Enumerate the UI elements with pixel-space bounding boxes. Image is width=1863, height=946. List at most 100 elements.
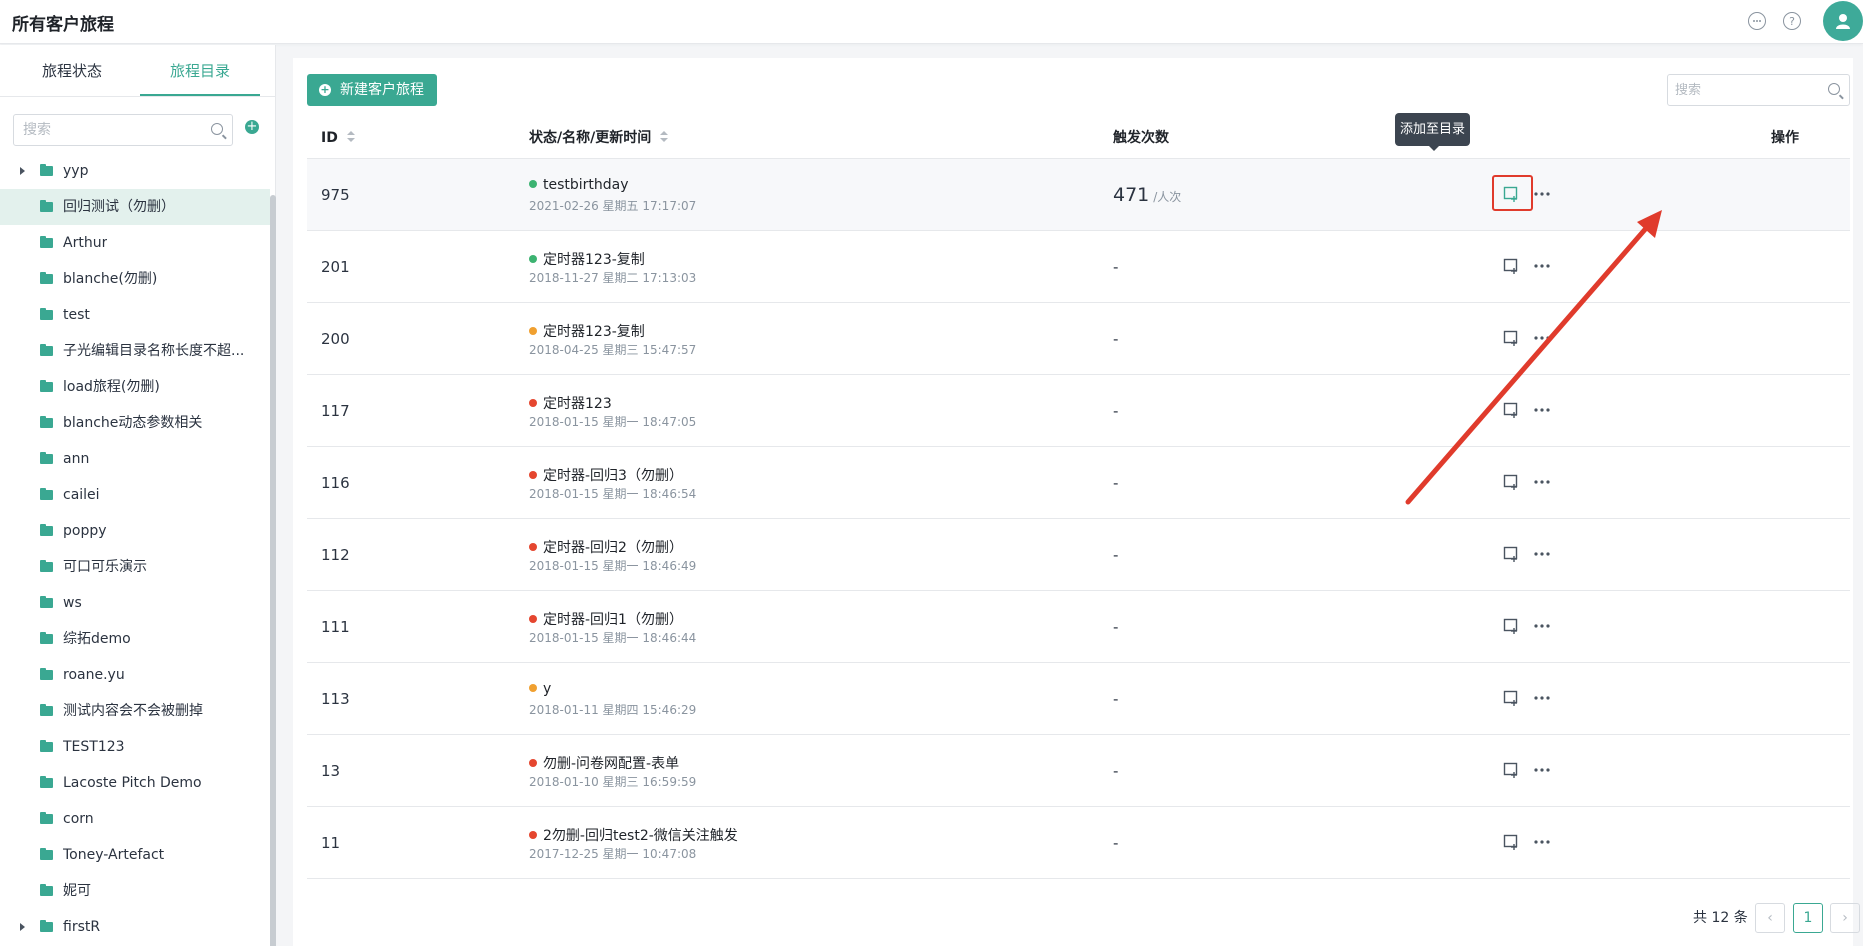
tree-item[interactable]: yyp — [0, 153, 270, 189]
tree-item[interactable]: 回归测试（勿删） — [0, 189, 270, 225]
caret-right-icon[interactable] — [20, 167, 25, 175]
prev-page-button[interactable]: ‹ — [1755, 903, 1785, 933]
more-options-icon[interactable] — [1532, 690, 1552, 706]
tree-item[interactable]: poppy — [0, 513, 270, 549]
tree-item[interactable]: corn — [0, 801, 270, 837]
add-to-directory-icon[interactable] — [1503, 546, 1519, 562]
tree-item[interactable]: Lacoste Pitch Demo — [0, 765, 270, 801]
tree-item[interactable]: 测试内容会不会被删掉 — [0, 693, 270, 729]
table-row[interactable]: 11 2勿删-回归test2-微信关注触发 2017-12-25 星期一 10:47… — [307, 807, 1850, 879]
trigger-count-cell: - — [1113, 447, 1118, 519]
tree-item-label: firstR — [63, 919, 101, 935]
help-icon[interactable]: ? — [1783, 12, 1801, 30]
more-options-icon[interactable] — [1532, 762, 1552, 778]
trigger-count: - — [1113, 474, 1119, 492]
sort-icon[interactable] — [346, 131, 355, 143]
add-to-directory-icon[interactable] — [1503, 618, 1519, 634]
more-options-icon[interactable] — [1532, 186, 1552, 202]
table-row[interactable]: 13 勿删-问卷网配置-表单 2018-01-10 星期三 16:59:59 - — [307, 735, 1850, 807]
table-row[interactable]: 112 定时器-回归2（勿删） 2018-01-15 星期一 18:46:49 - — [307, 519, 1850, 591]
sort-icon[interactable] — [660, 131, 669, 143]
row-name-cell[interactable]: testbirthday — [529, 177, 629, 193]
sidebar-scrollbar[interactable] — [270, 195, 276, 946]
tree-item[interactable]: 子光编辑目录名称长度不超... — [0, 333, 270, 369]
row-name-cell[interactable]: 2勿删-回归test2-微信关注触发 — [529, 825, 738, 845]
tree-item-label: 综拓demo — [63, 631, 131, 647]
add-to-directory-icon[interactable] — [1503, 330, 1519, 346]
add-to-directory-icon[interactable] — [1503, 474, 1519, 490]
more-options-icon[interactable] — [1532, 546, 1552, 562]
more-options-icon[interactable] — [1532, 330, 1552, 346]
trigger-count-cell: 471/人次 — [1113, 159, 1181, 233]
next-page-button[interactable]: › — [1830, 903, 1860, 933]
row-id: 111 — [321, 618, 350, 636]
tree-item-label: Arthur — [63, 235, 108, 251]
tree-item[interactable]: cailei — [0, 477, 270, 513]
tree-item-label: ws — [63, 595, 82, 611]
row-name-cell[interactable]: 定时器123 — [529, 393, 612, 413]
tree-item[interactable]: 可口可乐演示 — [0, 549, 270, 585]
more-options-icon[interactable] — [1532, 474, 1552, 490]
tree-item[interactable]: test — [0, 297, 270, 333]
message-icon[interactable] — [1748, 12, 1766, 30]
table-row[interactable]: 111 定时器-回归1（勿删） 2018-01-15 星期一 18:46:44 - — [307, 591, 1850, 663]
add-to-directory-icon[interactable] — [1503, 402, 1519, 418]
row-name-cell[interactable]: 定时器123-复制 — [529, 321, 645, 341]
tree-item[interactable]: firstR — [0, 909, 270, 945]
row-name-cell[interactable]: 定时器-回归1（勿删） — [529, 609, 683, 629]
tree-item[interactable]: blanche(勿删) — [0, 261, 270, 297]
folder-icon — [40, 524, 53, 536]
table-row[interactable]: 113 y 2018-01-11 星期四 15:46:29 - — [307, 663, 1850, 735]
sidebar-search-input[interactable] — [14, 115, 194, 145]
tree-item[interactable]: roane.yu — [0, 657, 270, 693]
table-row[interactable]: 200 定时器123-复制 2018-04-25 星期三 15:47:57 - — [307, 303, 1850, 375]
sidebar: 旅程状态 旅程目录 + yyp 回归测试（勿删） Arthur blanche(勿删)… — [0, 45, 276, 946]
row-name-cell[interactable]: 勿删-问卷网配置-表单 — [529, 753, 679, 773]
add-to-directory-icon[interactable] — [1503, 690, 1519, 706]
row-name-cell[interactable]: 定时器-回归3（勿删） — [529, 465, 683, 485]
tab-journey-status[interactable]: 旅程状态 — [8, 45, 136, 97]
tree-item[interactable]: ann — [0, 441, 270, 477]
add-to-directory-icon[interactable] — [1503, 186, 1519, 202]
trigger-count-unit: /人次 — [1153, 190, 1182, 204]
tree-item[interactable]: load旅程(勿删) — [0, 369, 270, 405]
table-row[interactable]: 201 定时器123-复制 2018-11-27 星期二 17:13:03 - — [307, 231, 1850, 303]
add-to-directory-icon[interactable] — [1503, 258, 1519, 274]
trigger-count: - — [1113, 330, 1119, 348]
row-name-cell[interactable]: y — [529, 681, 551, 697]
tree-item[interactable]: 综拓demo — [0, 621, 270, 657]
tree-item[interactable]: TEST123 — [0, 729, 270, 765]
tree-item[interactable]: 妮可 — [0, 873, 270, 909]
table-row[interactable]: 117 定时器123 2018-01-15 星期一 18:47:05 - — [307, 375, 1850, 447]
add-folder-button[interactable]: + — [245, 120, 259, 134]
more-options-icon[interactable] — [1532, 834, 1552, 850]
more-options-icon[interactable] — [1532, 258, 1552, 274]
trigger-count-cell: - — [1113, 807, 1118, 879]
search-icon[interactable] — [1828, 83, 1840, 95]
folder-icon — [40, 920, 53, 932]
table-row[interactable]: 116 定时器-回归3（勿删） 2018-01-15 星期一 18:46:54 - — [307, 447, 1850, 519]
new-journey-button[interactable]: + 新建客户旅程 — [307, 74, 437, 106]
sidebar-tabs: 旅程状态 旅程目录 — [0, 45, 276, 97]
avatar[interactable] — [1823, 1, 1863, 41]
status-dot — [529, 543, 537, 551]
tree-item[interactable]: Arthur — [0, 225, 270, 261]
add-to-directory-icon[interactable] — [1503, 762, 1519, 778]
more-options-icon[interactable] — [1532, 402, 1552, 418]
journey-table: ID 状态/名称/更新时间 触发次数 975 testbirthday 2021-0… — [307, 118, 1850, 879]
tab-journey-directory[interactable]: 旅程目录 — [136, 45, 264, 97]
tree-item[interactable]: blanche动态参数相关 — [0, 405, 270, 441]
table-row[interactable]: 975 testbirthday 2021-02-26 星期五 17:17:07 47… — [307, 159, 1850, 231]
more-options-icon[interactable] — [1532, 618, 1552, 634]
row-name-cell[interactable]: 定时器123-复制 — [529, 249, 645, 269]
row-name-cell[interactable]: 定时器-回归2（勿删） — [529, 537, 683, 557]
caret-right-icon[interactable] — [20, 923, 25, 931]
main-search-input[interactable] — [1668, 75, 1818, 105]
add-to-directory-icon[interactable] — [1503, 834, 1519, 850]
tree-item[interactable]: Toney-Artefact — [0, 837, 270, 873]
search-icon[interactable] — [211, 123, 223, 135]
page-1-button[interactable]: 1 — [1793, 903, 1823, 933]
status-dot — [529, 255, 537, 263]
update-time: 2018-01-15 星期一 18:47:05 — [529, 415, 697, 429]
tree-item[interactable]: ws — [0, 585, 270, 621]
